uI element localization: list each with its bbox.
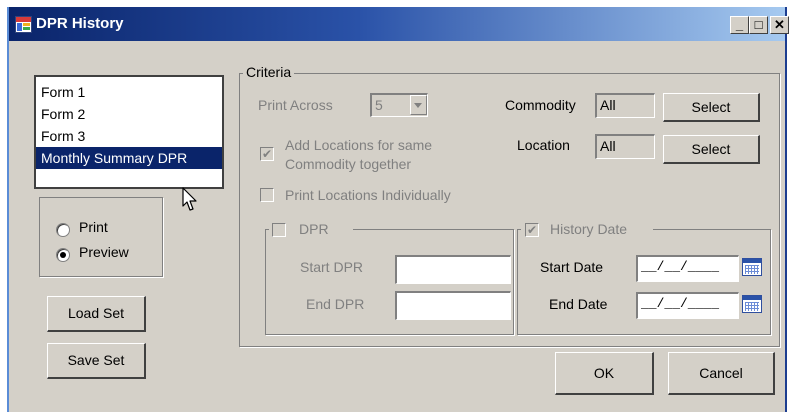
commodity-value: All xyxy=(600,97,616,113)
print-radio[interactable] xyxy=(56,223,70,237)
add-locations-label-line1: Add Locations for same xyxy=(285,137,433,153)
dpr-checkbox[interactable] xyxy=(272,223,286,237)
mouse-cursor-icon xyxy=(182,187,197,211)
minimize-button[interactable]: _ xyxy=(730,16,749,34)
preview-radio-label[interactable]: Preview xyxy=(79,244,129,260)
maximize-button[interactable]: □ xyxy=(749,16,768,34)
title-bar[interactable]: DPR History _ □ ✕ xyxy=(9,7,789,41)
close-button[interactable]: ✕ xyxy=(770,16,789,34)
maximize-icon: □ xyxy=(754,17,763,32)
print-individually-checkbox[interactable] xyxy=(260,188,274,202)
start-dpr-label: Start DPR xyxy=(300,259,364,275)
dpr-history-window: DPR History _ □ ✕ Form 1 Form 2 Form 3 M… xyxy=(7,7,789,412)
list-item-selected[interactable]: Monthly Summary DPR xyxy=(36,147,222,169)
minimize-icon: _ xyxy=(735,17,744,32)
end-dpr-label: End DPR xyxy=(306,296,365,312)
location-label: Location xyxy=(517,137,570,153)
calendar-icon[interactable] xyxy=(742,295,762,313)
add-locations-checkbox[interactable]: ✔ xyxy=(260,147,274,161)
checkmark-icon: ✔ xyxy=(261,147,273,161)
start-dpr-input[interactable] xyxy=(395,255,511,284)
location-select-button[interactable]: Select xyxy=(663,135,760,164)
start-date-input[interactable]: __/__/____ xyxy=(636,255,739,282)
ok-button[interactable]: OK xyxy=(555,352,654,395)
end-date-label: End Date xyxy=(549,296,608,312)
forms-listbox[interactable]: Form 1 Form 2 Form 3 Monthly Summary DPR xyxy=(34,75,224,189)
print-across-value: 5 xyxy=(375,97,383,113)
print-across-combobox[interactable]: 5 xyxy=(370,93,428,117)
preview-radio[interactable] xyxy=(56,248,70,262)
load-set-button[interactable]: Load Set xyxy=(47,296,146,332)
list-item[interactable]: Form 1 xyxy=(36,81,222,103)
output-mode-group xyxy=(39,197,163,277)
end-date-input[interactable]: __/__/____ xyxy=(636,292,739,319)
dpr-legend: DPR xyxy=(299,221,329,237)
location-value: All xyxy=(600,138,616,154)
chevron-down-icon xyxy=(414,103,422,108)
location-field: All xyxy=(595,134,655,159)
commodity-field: All xyxy=(595,93,655,118)
criteria-legend: Criteria xyxy=(243,64,295,80)
save-set-button[interactable]: Save Set xyxy=(47,343,146,379)
end-dpr-input[interactable] xyxy=(395,291,511,320)
print-across-label: Print Across xyxy=(258,97,333,113)
add-locations-label-line2: Commodity together xyxy=(285,156,412,172)
checkmark-icon: ✔ xyxy=(526,223,538,237)
end-date-value: __/__/____ xyxy=(641,296,720,311)
start-date-value: __/__/____ xyxy=(641,259,720,274)
list-item[interactable]: Form 3 xyxy=(36,125,222,147)
list-item[interactable]: Form 2 xyxy=(36,103,222,125)
commodity-label: Commodity xyxy=(505,97,576,113)
cancel-button[interactable]: Cancel xyxy=(668,352,775,395)
start-date-label: Start Date xyxy=(540,259,604,275)
print-individually-label: Print Locations Individually xyxy=(285,187,451,203)
history-date-group xyxy=(517,229,771,335)
radio-selected-dot xyxy=(60,252,66,258)
window-title: DPR History xyxy=(36,15,124,32)
combobox-dropdown-button[interactable] xyxy=(410,95,427,115)
print-radio-label[interactable]: Print xyxy=(79,219,108,235)
calendar-icon[interactable] xyxy=(742,258,762,276)
report-icon xyxy=(15,16,32,33)
history-date-checkbox[interactable]: ✔ xyxy=(525,223,539,237)
close-icon: ✕ xyxy=(774,17,785,32)
commodity-select-button[interactable]: Select xyxy=(663,93,760,122)
history-date-legend: History Date xyxy=(550,221,628,237)
